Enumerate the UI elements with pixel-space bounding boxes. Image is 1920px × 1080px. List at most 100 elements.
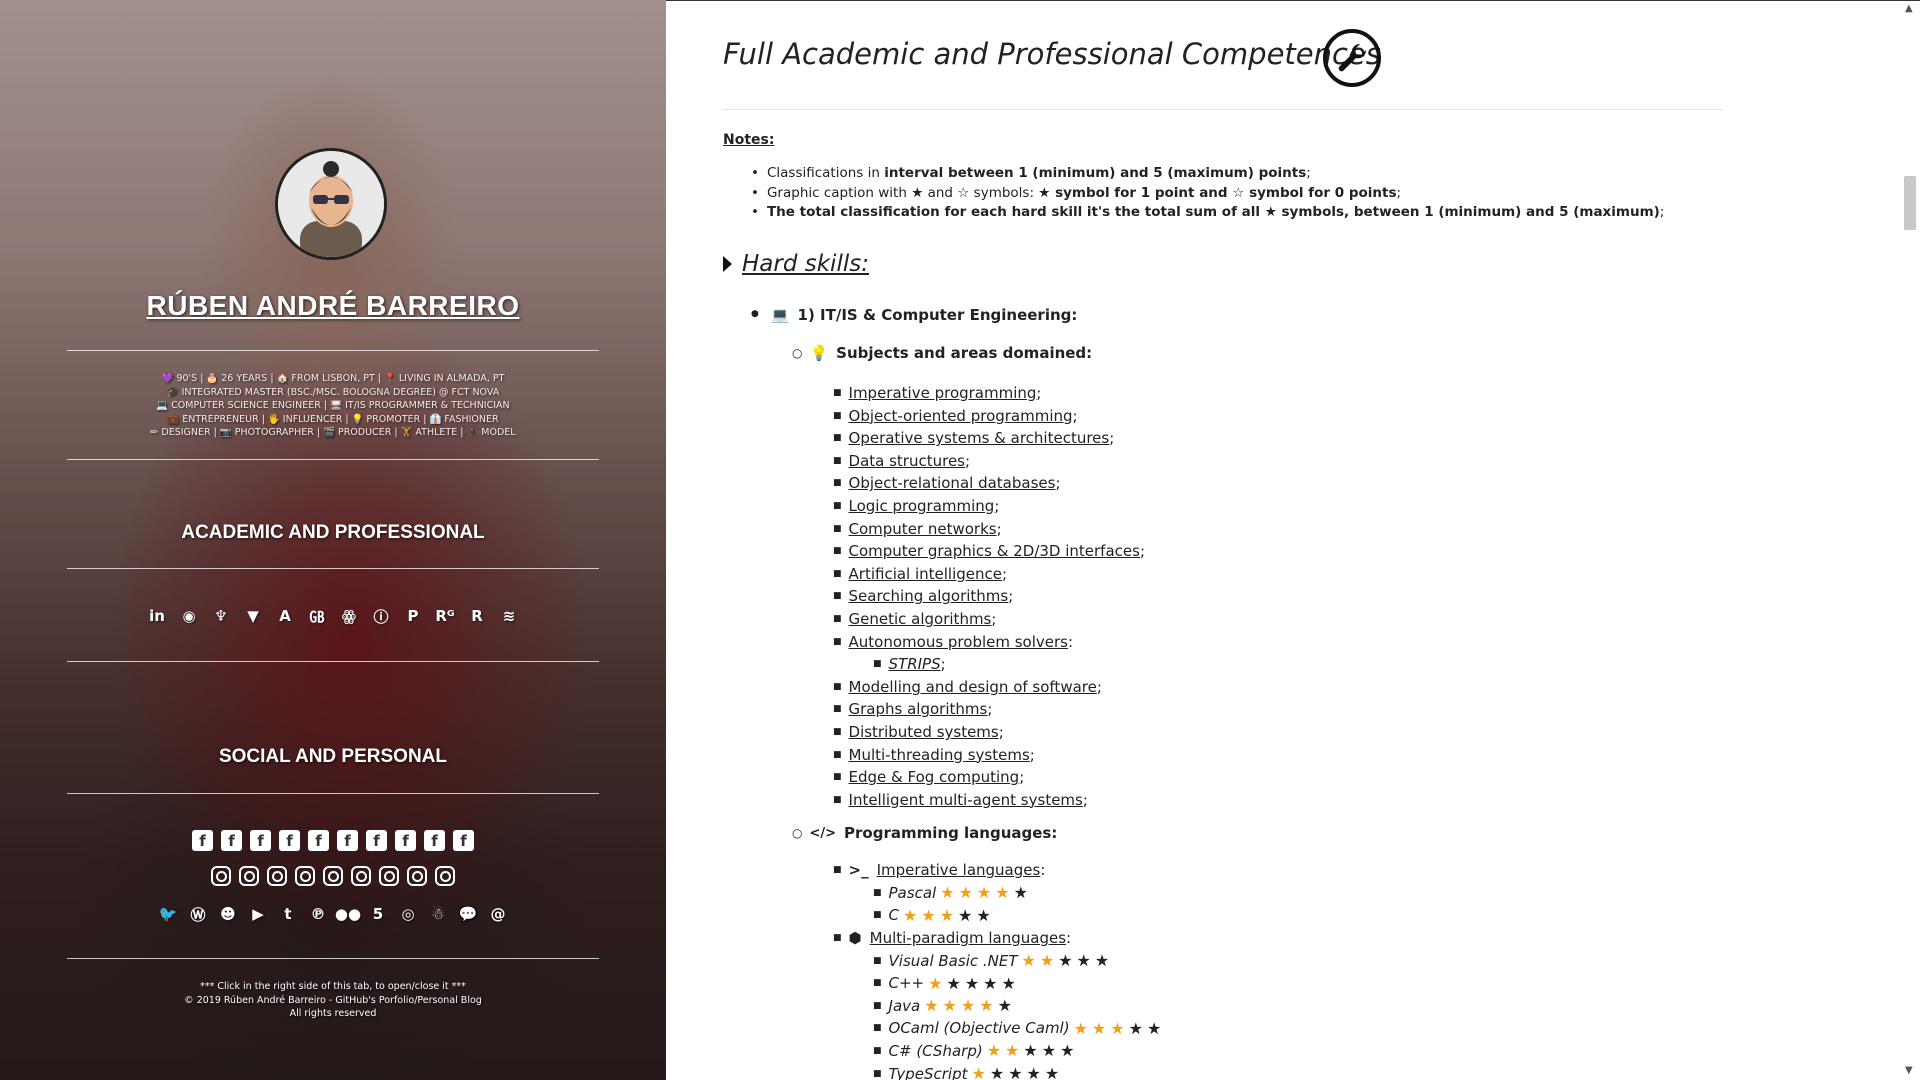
instagram-icon[interactable] <box>211 866 231 886</box>
reddit-r-icon[interactable]: R <box>465 604 489 628</box>
subject-link[interactable]: Autonomous problem solvers <box>849 633 1068 651</box>
vsco-icon[interactable]: ◎ <box>396 902 420 926</box>
academic-section-title: ACADEMIC AND PROFESSIONAL <box>181 522 485 543</box>
rating-star-icon: ★ <box>1094 951 1110 970</box>
sub-subject-link[interactable]: STRIPS <box>889 655 941 673</box>
twitter-icon[interactable]: 🐦 <box>156 902 180 926</box>
multi-paradigm-link[interactable]: Multi-paradigm languages <box>870 929 1066 947</box>
scroll-up-arrow-icon[interactable]: ▲ <box>1905 3 1913 14</box>
facebook-icon[interactable]: f <box>395 830 416 851</box>
facebook-icon[interactable]: f <box>308 830 329 851</box>
500px-icon[interactable]: 5 <box>366 902 390 926</box>
category-label: 1) IT/IS & Computer Engineering: <box>797 306 1078 324</box>
mendeley-icon[interactable]: ꙮ <box>337 604 361 628</box>
note-item: Classifications in interval between 1 (m… <box>751 164 1664 184</box>
instagram-icon[interactable] <box>295 866 315 886</box>
rating-star-icon: ★ <box>1146 1018 1162 1038</box>
chat-icon[interactable]: 💬 <box>456 902 480 926</box>
instagram-icon[interactable] <box>435 866 455 886</box>
hard-skills-label[interactable]: Hard skills: <box>742 251 869 277</box>
subject-link[interactable]: Object-relational databases <box>849 474 1056 492</box>
rating-star-icon: ★ <box>903 905 918 925</box>
scrollbar[interactable]: ▲ ▼ <box>1900 1 1920 1080</box>
researchgate-icon[interactable]: ㎇ <box>305 604 329 628</box>
rating-star-icon: ★ <box>942 996 957 1016</box>
subject-link[interactable]: Intelligent multi-agent systems <box>849 791 1083 809</box>
rating-star-icon: ★ <box>1023 1041 1038 1061</box>
subject-link[interactable]: Modelling and design of software <box>849 678 1097 696</box>
reddit-icon[interactable]: ☻ <box>216 902 240 926</box>
facebook-icon[interactable]: f <box>192 830 213 851</box>
rating-star-icon: ★ <box>1091 1018 1107 1038</box>
subject-link[interactable]: Computer networks <box>849 520 997 538</box>
subject-link[interactable]: Searching algorithms <box>849 587 1009 605</box>
pinterest-icon[interactable]: ℗ <box>306 902 330 926</box>
facebook-icon[interactable]: f <box>250 830 271 851</box>
youtube-icon[interactable]: ▶ <box>246 902 270 926</box>
profile-sidebar[interactable]: RÚBEN ANDRÉ BARREIRO 💜 90'S | 🎂 26 YEARS… <box>0 0 666 1080</box>
linkedin-icon[interactable]: in <box>145 604 169 628</box>
bitbucket-icon[interactable]: ▼ <box>241 604 265 628</box>
caret-right-icon[interactable] <box>723 256 732 272</box>
language-name: C# (CSharp) <box>888 1041 983 1060</box>
note-text: ★ symbol for 1 point and ☆ symbol for 0 … <box>1038 184 1397 201</box>
gitlab-icon[interactable]: ♆ <box>209 604 233 628</box>
instagram-icon[interactable] <box>323 866 343 886</box>
language-name: TypeScript <box>888 1064 968 1080</box>
orcid-icon[interactable]: ⓘ <box>369 604 393 628</box>
subject-link[interactable]: Data structures <box>849 452 965 470</box>
subject-link[interactable]: Graphs algorithms <box>849 700 988 718</box>
facebook-icon[interactable]: f <box>424 830 445 851</box>
lightbulb-icon: 💡 <box>809 344 829 362</box>
facebook-icon[interactable]: f <box>453 830 474 851</box>
imperative-link[interactable]: Imperative languages <box>877 861 1041 879</box>
profile-name[interactable]: RÚBEN ANDRÉ BARREIRO <box>0 290 666 322</box>
language-item: C★★★★★ <box>873 906 991 925</box>
bio-line: ✏ DESIGNER | 📷 PHOTOGRAPHER | 🎬 PRODUCER… <box>150 427 516 438</box>
scroll-thumb[interactable] <box>1904 176 1916 230</box>
stackoverflow-icon[interactable]: ≋ <box>497 604 521 628</box>
subject-link[interactable]: Object-oriented programming <box>849 407 1073 425</box>
hard-skills-toggle[interactable]: Hard skills: <box>723 251 869 277</box>
category-item: 💻 1) IT/IS & Computer Engineering: <box>751 306 1078 324</box>
subject-link[interactable]: Computer graphics & 2D/3D interfaces <box>849 542 1140 560</box>
snapchat-icon[interactable]: ☃ <box>426 902 450 926</box>
instagram-icon[interactable] <box>239 866 259 886</box>
rating-star-icon: ★ <box>979 996 994 1016</box>
subject-link[interactable]: Edge & Fog computing <box>849 768 1020 786</box>
subject-link[interactable]: Operative systems & architectures <box>849 429 1110 447</box>
subject-link[interactable]: Artificial intelligence <box>849 565 1003 583</box>
subject-link[interactable]: Genetic algorithms <box>849 610 992 628</box>
subject-link[interactable]: Multi-threading systems <box>849 746 1030 764</box>
instagram-icon[interactable] <box>351 866 371 886</box>
note-text: The total classification for each hard s… <box>766 204 1660 220</box>
subject-item: Edge & Fog computing; <box>833 768 1025 786</box>
rating-star-icon: ★ <box>1044 1064 1060 1080</box>
rating-star-icon: ★ <box>924 996 939 1016</box>
instagram-icon[interactable] <box>267 866 287 886</box>
email-icon[interactable]: @ <box>486 902 510 926</box>
rating-star-icon: ★ <box>1073 1018 1088 1038</box>
facebook-icon[interactable]: f <box>221 830 242 851</box>
instagram-icon[interactable] <box>407 866 427 886</box>
language-name: Visual Basic .NET <box>888 951 1018 970</box>
flickr-icon[interactable]: ●● <box>335 902 361 926</box>
scroll-down-arrow-icon[interactable]: ▼ <box>1905 1065 1913 1076</box>
publons-icon[interactable]: P <box>401 604 425 628</box>
wordpress-icon[interactable]: Ⓦ <box>186 902 210 926</box>
facebook-icon[interactable]: f <box>366 830 387 851</box>
subject-link[interactable]: Distributed systems <box>849 723 999 741</box>
academic-icon-row: in ◉ ♆ ▼ A ㎇ ꙮ ⓘ P Rᴳ R ≋ <box>0 604 666 628</box>
subject-item: Genetic algorithms; <box>833 610 997 628</box>
subject-item: Data structures; <box>833 452 971 470</box>
rating-star-icon: ★ <box>958 905 973 925</box>
researchgate-rg-icon[interactable]: Rᴳ <box>433 604 457 628</box>
instagram-icon[interactable] <box>379 866 399 886</box>
subject-link[interactable]: Logic programming <box>849 497 995 515</box>
subject-link[interactable]: Imperative programming <box>849 384 1037 402</box>
facebook-icon[interactable]: f <box>337 830 358 851</box>
facebook-icon[interactable]: f <box>279 830 300 851</box>
academia-icon[interactable]: A <box>273 604 297 628</box>
tumblr-icon[interactable]: t <box>276 902 300 926</box>
github-icon[interactable]: ◉ <box>177 604 201 628</box>
